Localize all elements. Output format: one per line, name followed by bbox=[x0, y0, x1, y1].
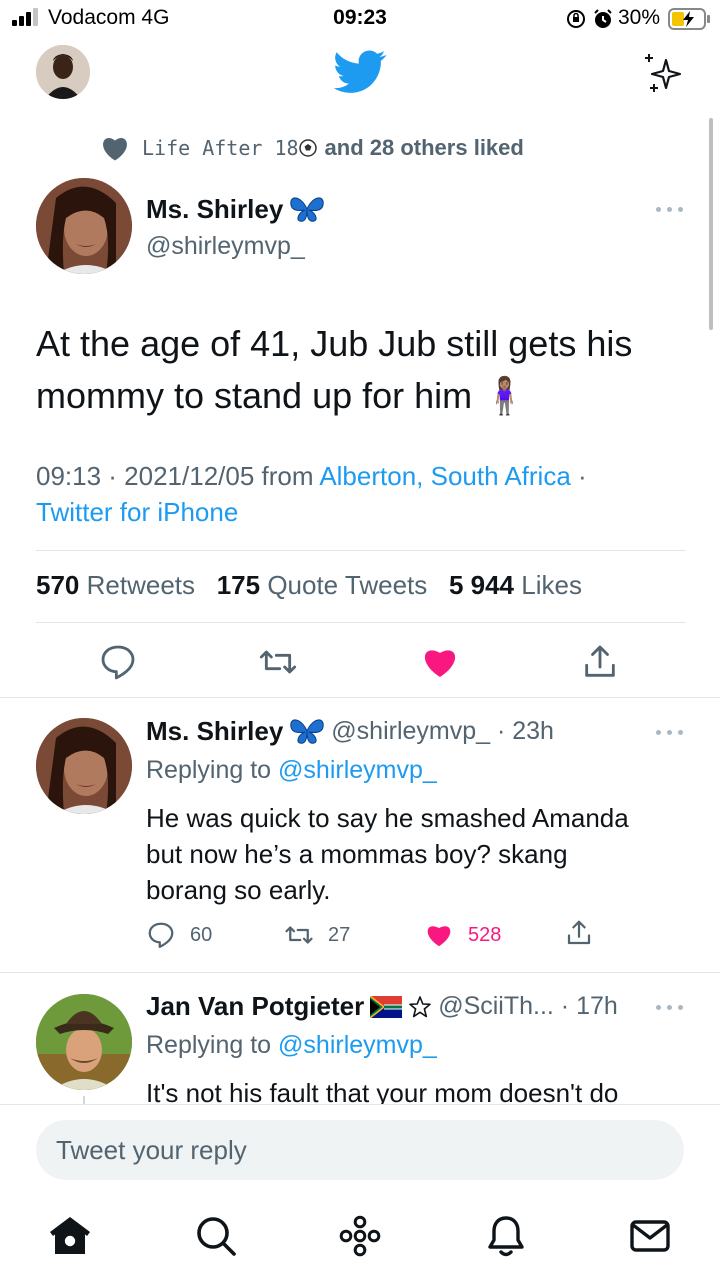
tweet-reply-input[interactable] bbox=[36, 1120, 684, 1180]
share-icon[interactable] bbox=[564, 918, 594, 948]
retweet-count: 27 bbox=[328, 924, 351, 946]
sparkle-icon[interactable] bbox=[640, 52, 686, 94]
tweet-body: At the age of 41, Jub Jub still gets his… bbox=[36, 323, 633, 416]
liked-heart-icon[interactable] bbox=[420, 642, 460, 682]
reply-text-line: borang so early. bbox=[146, 875, 331, 905]
standing-woman-emoji: 🧍🏽‍♀️ bbox=[482, 375, 527, 416]
more-options-icon[interactable] bbox=[656, 205, 686, 213]
home-icon[interactable] bbox=[46, 1212, 94, 1260]
replying-to-prefix: Replying to bbox=[146, 1031, 279, 1059]
likes-stat[interactable]: 5 944 Likes bbox=[449, 570, 582, 600]
reply-avatar[interactable] bbox=[36, 718, 132, 814]
scrollbar[interactable] bbox=[709, 118, 713, 330]
reply-handle-time[interactable]: @SciiTh... · 17h bbox=[438, 992, 618, 1021]
liker-name[interactable]: Life After 18 bbox=[142, 136, 299, 160]
tweet-location[interactable]: Alberton, South Africa bbox=[319, 461, 570, 491]
meta-separator: · bbox=[570, 461, 587, 491]
divider bbox=[0, 972, 720, 973]
replying-to: Replying to @shirleymvp_ bbox=[146, 1031, 437, 1060]
reply-author-name[interactable]: Ms. Shirley bbox=[146, 716, 283, 747]
social-context-text: and 28 others liked bbox=[324, 135, 524, 160]
reply-text: It's not his fault that your mom doesn't… bbox=[146, 1075, 706, 1105]
alarm-icon bbox=[594, 9, 612, 28]
orientation-lock-icon bbox=[567, 10, 585, 28]
social-context: Life After 18 and 28 others liked bbox=[100, 134, 524, 162]
mail-icon[interactable] bbox=[626, 1212, 674, 1260]
divider bbox=[0, 697, 720, 698]
retweet-icon[interactable] bbox=[258, 642, 298, 682]
tweet-text: At the age of 41, Jub Jub still gets his… bbox=[36, 318, 686, 422]
heart-icon bbox=[103, 138, 127, 161]
reply-text-line: but now he’s a mommas boy? skang bbox=[146, 839, 568, 869]
reply-text-line: He was quick to say he smashed Amanda bbox=[146, 803, 629, 833]
divider bbox=[36, 622, 686, 623]
divider bbox=[36, 550, 686, 551]
replying-to-handle[interactable]: @shirleymvp_ bbox=[278, 1031, 437, 1059]
replying-to: Replying to @shirleymvp_ bbox=[146, 756, 437, 785]
bell-icon[interactable] bbox=[482, 1212, 530, 1260]
reply-count: 60 bbox=[190, 924, 213, 946]
reply-avatar[interactable] bbox=[36, 994, 132, 1090]
reply-header: Jan Van Potgieter @SciiTh... · 17h bbox=[146, 991, 618, 1022]
retweets-stat[interactable]: 570 Retweets bbox=[36, 570, 195, 600]
share-icon[interactable] bbox=[580, 642, 620, 682]
author-name[interactable]: Ms. Shirley bbox=[146, 194, 283, 225]
reply-header: Ms. Shirley @shirleymvp_ · 23h bbox=[146, 716, 554, 747]
spaces-icon[interactable] bbox=[336, 1212, 384, 1260]
south-africa-flag-icon bbox=[370, 995, 403, 1018]
author-name-row[interactable]: Ms. Shirley bbox=[146, 194, 325, 225]
battery-percent: 30% bbox=[618, 6, 661, 29]
reply-text: He was quick to say he smashed Amanda bu… bbox=[146, 800, 686, 908]
quotes-stat[interactable]: 175 Quote Tweets bbox=[217, 570, 428, 600]
like-count: 528 bbox=[468, 924, 502, 946]
star-icon bbox=[409, 995, 431, 1017]
battery-icon bbox=[668, 8, 710, 30]
retweet-icon[interactable] bbox=[284, 920, 314, 950]
tweet-client[interactable]: Twitter for iPhone bbox=[36, 497, 238, 527]
liked-heart-icon[interactable] bbox=[424, 920, 454, 950]
tweet-timestamp: 09:13 · 2021/12/05 from bbox=[36, 461, 320, 491]
status-bar: Vodacom 4G 09:23 30% bbox=[0, 0, 720, 36]
reply-icon[interactable] bbox=[146, 920, 176, 950]
reply-handle-time[interactable]: @shirleymvp_ · 23h bbox=[331, 717, 554, 746]
author-handle[interactable]: @shirleymvp_ bbox=[146, 232, 305, 261]
replying-to-prefix: Replying to bbox=[146, 756, 279, 784]
reply-author-name[interactable]: Jan Van Potgieter bbox=[146, 991, 364, 1022]
profile-avatar[interactable] bbox=[36, 45, 90, 99]
butterfly-icon bbox=[290, 719, 324, 744]
search-icon[interactable] bbox=[192, 1212, 240, 1260]
more-options-icon[interactable] bbox=[656, 1003, 686, 1011]
football-icon bbox=[298, 139, 317, 157]
author-avatar[interactable] bbox=[36, 178, 132, 274]
tweet-meta: 09:13 · 2021/12/05 from Alberton, South … bbox=[36, 458, 686, 530]
reply-text-line: It's not his fault that your mom doesn't… bbox=[146, 1078, 619, 1105]
replying-to-handle[interactable]: @shirleymvp_ bbox=[278, 756, 437, 784]
more-options-icon[interactable] bbox=[656, 728, 686, 736]
twitter-bird-icon[interactable] bbox=[333, 50, 387, 94]
tweet-stats: 570 Retweets 175 Quote Tweets 5 944 Like… bbox=[36, 570, 582, 601]
reply-icon[interactable] bbox=[98, 642, 138, 682]
butterfly-icon bbox=[290, 197, 324, 222]
